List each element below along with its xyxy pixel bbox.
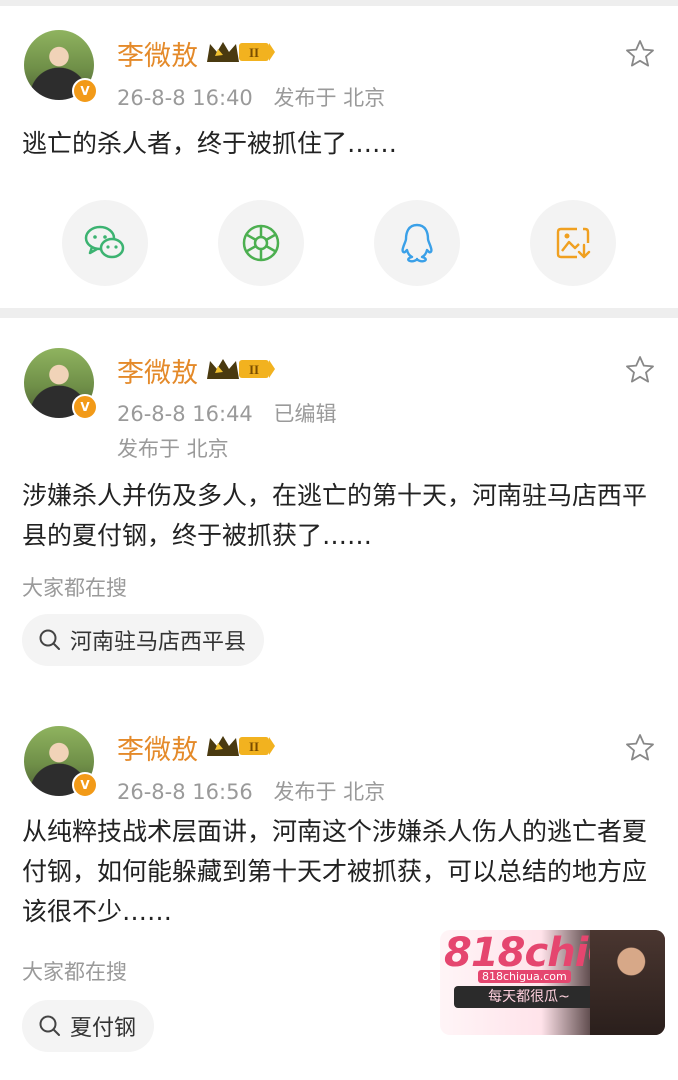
trending-search-chip[interactable]: 夏付钢 (22, 1000, 155, 1052)
post-time: 26-8-8 16:44 (117, 402, 253, 426)
trending-search-chip[interactable]: 河南驻马店西平县 (22, 614, 265, 666)
post-meta: 26-8-8 16:40 发布于 北京 (117, 82, 385, 112)
section-divider (0, 308, 678, 318)
search-icon (39, 1015, 60, 1036)
username[interactable]: 李微敖 (117, 351, 198, 390)
verified-badge-icon: V (72, 394, 98, 420)
post-content: 从纯粹技战术层面讲，河南这个涉嫌杀人伤人的逃亡者夏付钢，如何能躲藏到第十天才被抓… (22, 817, 648, 926)
share-wechat-button[interactable] (62, 200, 148, 286)
ad-portrait (590, 930, 665, 1035)
share-qq-button[interactable] (374, 200, 460, 286)
post-content: 涉嫌杀人并伤及多人，在逃亡的第十天，河南驻马店西平县的夏付钢，终于被抓获了…… (22, 481, 648, 550)
watermark-ad: 818chiGUA 818chigua.com 每天都很瓜~ (440, 930, 665, 1035)
search-chip-label: 夏付钢 (70, 1016, 137, 1041)
favorite-star-icon[interactable] (624, 354, 656, 386)
rank-crown-icon: II (207, 736, 275, 756)
post-content: 逃亡的杀人者，终于被抓住了…… (22, 129, 398, 158)
post-card: V 李微敖 II 26-8-8 16:44 已编辑 发布于 北京 涉嫌杀人并伤及… (0, 318, 678, 688)
moments-icon (242, 224, 280, 262)
rank-crown-icon: II (207, 359, 275, 379)
verified-badge-icon: V (72, 772, 98, 798)
post-meta: 26-8-8 16:44 已编辑 (117, 398, 336, 428)
post-location: 发布于 北京 (117, 437, 229, 461)
rank-crown-icon: II (207, 42, 275, 62)
username[interactable]: 李微敖 (117, 34, 198, 73)
ad-slogan: 每天都很瓜~ (454, 986, 604, 1008)
favorite-star-icon[interactable] (624, 732, 656, 764)
trending-search-label: 大家都在搜 (22, 960, 127, 984)
share-moments-button[interactable] (218, 200, 304, 286)
rank-badge-label: II (249, 362, 259, 377)
save-image-icon (556, 227, 591, 259)
search-chip-label: 河南驻马店西平县 (70, 630, 247, 655)
username[interactable]: 李微敖 (117, 728, 198, 767)
edited-label: 已编辑 (273, 402, 337, 426)
save-image-button[interactable] (530, 200, 616, 286)
search-icon (39, 629, 60, 650)
post-location: 发布于 北京 (273, 86, 386, 110)
post-meta: 26-8-8 16:56 发布于 北京 (117, 776, 385, 806)
rank-badge-label: II (249, 45, 259, 60)
verified-badge-icon: V (72, 78, 98, 104)
post-time: 26-8-8 16:56 (117, 780, 253, 804)
ad-url: 818chigua.com (478, 970, 571, 983)
favorite-star-icon[interactable] (624, 38, 656, 70)
post-card: V 李微敖 II 26-8-8 16:40 发布于 北京 逃亡的杀人者，终于被抓… (0, 0, 678, 308)
trending-search-label: 大家都在搜 (22, 576, 127, 600)
qq-icon (401, 223, 433, 263)
post-time: 26-8-8 16:40 (117, 86, 253, 110)
wechat-icon (84, 225, 125, 259)
rank-badge-label: II (249, 739, 259, 754)
post-location: 发布于 北京 (273, 780, 386, 804)
